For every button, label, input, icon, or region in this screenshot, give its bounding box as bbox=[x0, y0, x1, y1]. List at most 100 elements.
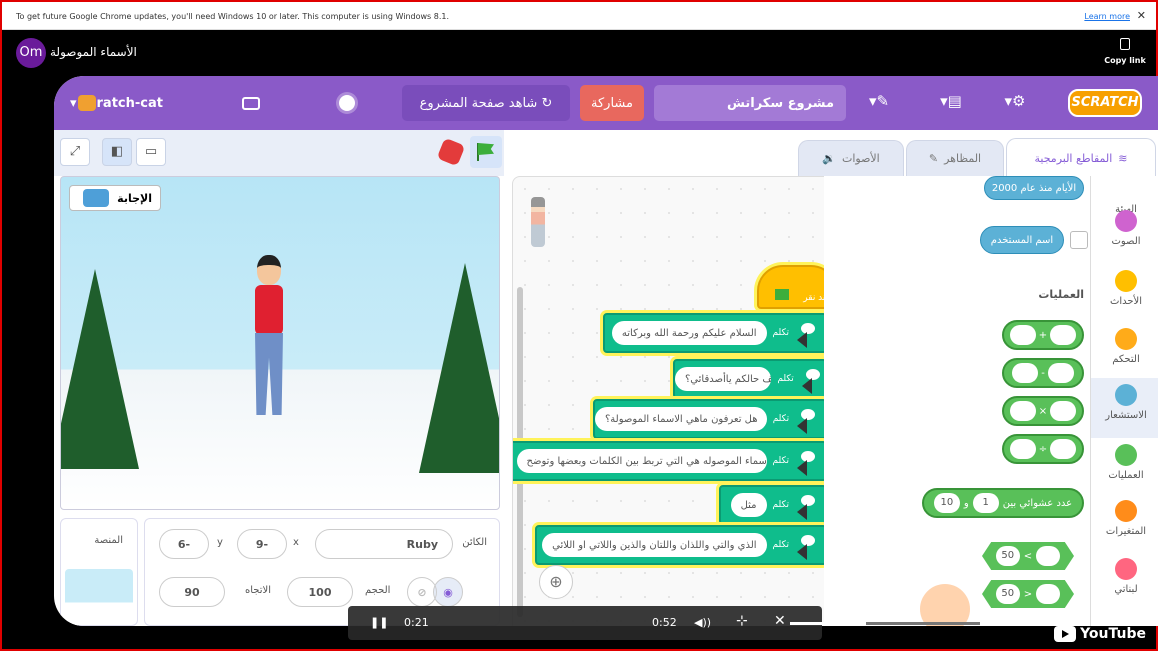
say-text-2[interactable]: كيف حالكم ياأصدقائي؟ bbox=[675, 367, 772, 391]
say-text-6[interactable]: الذي والتي واللذان واللتان والذين واللات… bbox=[542, 533, 767, 557]
say-block[interactable]: السلام عليكم ورحمة الله وبركاته تكلم bbox=[603, 313, 824, 353]
stop-icon[interactable] bbox=[436, 137, 466, 167]
code-workspace[interactable]: عند نقر السلام عليكم ورحمة الله وبركاته … bbox=[512, 176, 824, 626]
video-title[interactable]: الأسماء الموصولة bbox=[50, 45, 137, 59]
learn-more-link[interactable]: Learn more bbox=[1084, 12, 1130, 21]
op-divide: ÷ bbox=[1038, 443, 1048, 455]
stage-label: المنصة bbox=[94, 535, 123, 546]
chrome-update-notice: To get future Google Chrome updates, you… bbox=[2, 2, 1156, 30]
stage-thumbnail bbox=[65, 569, 133, 625]
say-block[interactable]: هل تعرفون ماهي الاسماء الموصولة؟ تكلم bbox=[593, 399, 824, 439]
category-my-blocks[interactable]: لبناتي bbox=[1091, 552, 1158, 612]
file-menu-icon[interactable]: ▾▤ bbox=[938, 92, 964, 114]
category-control[interactable]: التحكم bbox=[1091, 322, 1158, 382]
username-label: اسم المستخدم bbox=[990, 234, 1054, 246]
video-content[interactable]: ▾ scratch-cat شاهد صفحة المشروع ↻ مشاركة… bbox=[54, 76, 1158, 626]
large-stage-icon[interactable]: ▭ bbox=[136, 138, 166, 166]
fullscreen-icon[interactable]: ⤢ bbox=[60, 138, 90, 166]
say-block[interactable]: الذي والتي واللذان واللتان والذين واللات… bbox=[535, 525, 824, 565]
divide-block[interactable]: ÷ bbox=[1002, 434, 1084, 464]
copy-link-button[interactable]: Copy link bbox=[1104, 38, 1146, 65]
progress-bar[interactable] bbox=[790, 622, 980, 625]
tutorials-button[interactable] bbox=[339, 88, 355, 118]
edit-menu-icon[interactable]: ▾✎ bbox=[866, 92, 892, 114]
channel-avatar[interactable]: Om bbox=[16, 38, 46, 68]
category-label: التحكم bbox=[1112, 354, 1140, 365]
copy-icon bbox=[1120, 38, 1130, 50]
youtube-logo[interactable]: YouTube bbox=[1054, 626, 1146, 642]
close-icon[interactable]: ✕ bbox=[1137, 9, 1146, 22]
subtract-block[interactable]: - bbox=[1002, 358, 1084, 388]
show-sprite-eye-icon[interactable]: ◉ bbox=[433, 577, 463, 607]
tab-costumes[interactable]: ✎ المظاهر bbox=[906, 140, 1004, 176]
y-label: y bbox=[217, 537, 223, 548]
exit-fullscreen-icon[interactable]: ⊹ bbox=[736, 613, 748, 629]
less-than-block[interactable]: 50 < bbox=[982, 542, 1074, 570]
project-title-input[interactable]: مشروع سكراتش bbox=[654, 85, 846, 121]
random-from-value[interactable]: 1 bbox=[972, 493, 999, 513]
category-sensing[interactable]: الاستشعار bbox=[1091, 378, 1158, 438]
scratch-logo[interactable]: SCRATCH bbox=[1068, 89, 1142, 117]
say-text-1[interactable]: السلام عليكم ورحمة الله وبركاته bbox=[611, 321, 767, 345]
see-project-page-button[interactable]: شاهد صفحة المشروع ↻ bbox=[402, 85, 570, 121]
say-text-4[interactable]: الاسماء الموصوله هي التي تربط بين الكلما… bbox=[516, 449, 767, 473]
days-since-2000-block[interactable]: الأيام منذ عام 2000 bbox=[984, 176, 1084, 200]
username-block[interactable]: اسم المستخدم bbox=[980, 226, 1064, 254]
share-button[interactable]: مشاركة bbox=[580, 85, 644, 121]
say-block[interactable]: الاسماء الموصوله هي التي تربط بين الكلما… bbox=[513, 441, 824, 481]
category-label: الأحداث bbox=[1109, 296, 1143, 307]
stage-selector[interactable]: المنصة bbox=[60, 518, 138, 626]
direction-field[interactable]: 90 bbox=[159, 577, 225, 607]
ruby-sprite[interactable] bbox=[239, 255, 299, 425]
category-sound[interactable]: الصوت bbox=[1091, 204, 1158, 264]
x-field[interactable]: -9 bbox=[237, 529, 287, 559]
video-controls: ❚❚ 0:21 0:52 ◀)) ⊹ ✕ bbox=[348, 606, 980, 640]
multiply-block[interactable]: × bbox=[1002, 396, 1084, 426]
user-menu[interactable]: ▾ scratch-cat bbox=[70, 88, 163, 118]
zoom-in-icon[interactable]: ⊕ bbox=[539, 565, 573, 599]
add-block[interactable]: + bbox=[1002, 320, 1084, 350]
sprite-name-field[interactable]: Ruby bbox=[315, 529, 453, 559]
youtube-header: Om الأسماء الموصولة Copy link bbox=[2, 30, 1156, 76]
random-block[interactable]: 10 و 1 عدد عشوائي بين bbox=[922, 488, 1084, 518]
small-stage-icon[interactable]: ◧ bbox=[102, 138, 132, 166]
x-label: x bbox=[293, 537, 299, 548]
say-text-3[interactable]: هل تعرفون ماهي الاسماء الموصولة؟ bbox=[595, 407, 767, 431]
say-block[interactable]: مثل تكلم bbox=[719, 485, 824, 525]
category-label: الصوت bbox=[1111, 236, 1141, 247]
pause-icon[interactable]: ❚❚ bbox=[370, 616, 388, 629]
category-variables[interactable]: المتغيرات bbox=[1091, 494, 1158, 554]
when-flag-clicked-block[interactable]: عند نقر bbox=[757, 265, 824, 309]
my-stuff-button[interactable] bbox=[242, 88, 266, 118]
tab-sounds[interactable]: 🔉 الأصوات bbox=[798, 140, 904, 176]
green-flag-icon[interactable] bbox=[470, 136, 502, 168]
category-events[interactable]: الأحداث bbox=[1091, 264, 1158, 324]
volume-icon[interactable]: ◀)) bbox=[694, 616, 711, 629]
gt-value[interactable]: 50 bbox=[995, 584, 1020, 604]
speech-bubble-icon bbox=[795, 407, 819, 434]
speech-bubble-icon bbox=[800, 367, 821, 394]
close-icon[interactable]: ✕ bbox=[774, 613, 786, 629]
category-operators[interactable]: العمليات bbox=[1091, 438, 1158, 498]
greater-than-block[interactable]: 50 > bbox=[982, 580, 1074, 608]
stage-canvas[interactable]: الإجابة bbox=[60, 176, 500, 510]
category-label: الاستشعار bbox=[1105, 410, 1147, 421]
y-field[interactable]: -6 bbox=[159, 529, 209, 559]
hide-sprite-icon[interactable]: ⊘ bbox=[407, 577, 437, 607]
lt-value[interactable]: 50 bbox=[995, 546, 1020, 566]
operators-heading: العمليات bbox=[1038, 288, 1084, 301]
say-keyword: تكلم bbox=[772, 414, 790, 424]
say-keyword: تكلم bbox=[772, 500, 789, 510]
size-field[interactable]: 100 bbox=[287, 577, 353, 607]
random-and-label: و bbox=[963, 497, 969, 509]
speaker-icon: 🔉 bbox=[822, 152, 836, 165]
say-block[interactable]: كيف حالكم ياأصدقائي؟ تكلم bbox=[673, 359, 824, 399]
progress-fill bbox=[790, 622, 866, 625]
notice-message: To get future Google Chrome updates, you… bbox=[16, 12, 450, 21]
share-label: مشاركة bbox=[591, 95, 633, 111]
username-checkbox[interactable] bbox=[1070, 231, 1088, 249]
settings-gear-icon[interactable]: ▾⚙ bbox=[1002, 92, 1028, 114]
say-text-5[interactable]: مثل bbox=[730, 493, 767, 517]
random-to-value[interactable]: 10 bbox=[933, 493, 960, 513]
category-label: العمليات bbox=[1108, 470, 1144, 481]
